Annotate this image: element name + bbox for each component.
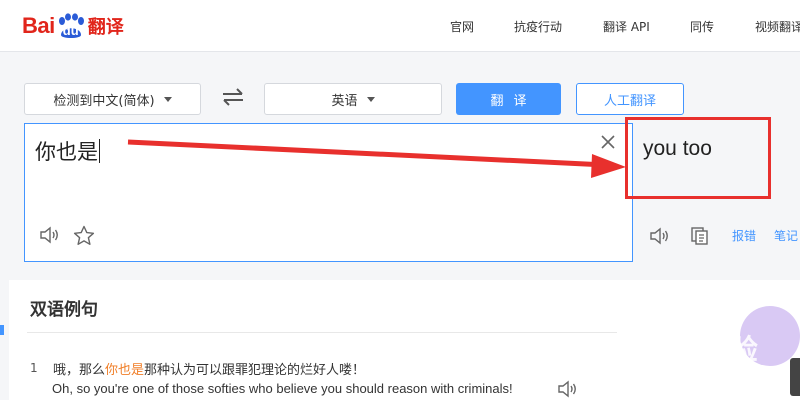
watermark-text: Baidu经验	[618, 334, 759, 365]
logo-du: du	[62, 23, 79, 38]
human-translate-button[interactable]: 人工翻译	[576, 83, 684, 115]
nav-simultaneous[interactable]: 同传	[690, 18, 714, 35]
source-text-input[interactable]: 你也是	[35, 136, 100, 166]
star-icon[interactable]	[73, 225, 95, 250]
speaker-icon[interactable]	[649, 226, 671, 250]
translation-result-text: you too	[643, 137, 712, 160]
section-title-bilingual-examples: 双语例句	[30, 300, 98, 320]
nav-official-site[interactable]: 官网	[450, 18, 474, 35]
example-cn-after: 那种认为可以跟罪犯理论的烂好人喽！	[144, 363, 366, 378]
divider	[27, 332, 617, 333]
example-cn-highlight: 你也是	[105, 363, 145, 378]
scroll-indicator	[0, 325, 4, 335]
example-cn-before: 哦，那么	[53, 363, 106, 378]
swap-languages-icon[interactable]	[220, 86, 246, 108]
watermark-subtext: jingyan.baidu.com	[628, 364, 725, 378]
translate-button[interactable]: 翻译	[456, 83, 561, 115]
report-error-link[interactable]: 报错	[732, 227, 756, 244]
chevron-down-icon	[366, 96, 375, 102]
speaker-icon[interactable]	[39, 225, 61, 249]
logo-bai: Bai	[22, 13, 55, 38]
side-widget[interactable]	[790, 358, 800, 396]
translation-result-box: you too 报错 笔记	[633, 123, 800, 262]
nav-translate-api[interactable]: 翻译 API	[603, 18, 650, 35]
close-icon[interactable]	[601, 134, 615, 149]
text-cursor	[99, 139, 100, 163]
chevron-down-icon	[163, 96, 172, 102]
example-english-sentence: Oh, so you're one of those softies who b…	[52, 381, 513, 396]
copy-icon[interactable]	[690, 226, 710, 250]
nav-anti-epidemic[interactable]: 抗疫行动	[514, 18, 562, 35]
logo-fanyi: 翻译	[87, 17, 124, 38]
nav-video-translate[interactable]: 视频翻译	[755, 18, 800, 35]
baidu-fanyi-logo[interactable]: Bai du 翻译	[22, 10, 124, 42]
top-header: Bai du 翻译 官网 抗疫行动 翻译 API 同传 视频翻译	[0, 0, 800, 52]
speaker-icon[interactable]	[557, 379, 579, 400]
notes-link[interactable]: 笔记	[774, 227, 798, 244]
source-language-label: 检测到中文(简体)	[53, 93, 155, 109]
paw-icon: du	[56, 13, 86, 39]
source-input-box[interactable]: 你也是	[24, 123, 633, 262]
source-text: 你也是	[35, 140, 98, 164]
target-language-select[interactable]: 英语	[264, 83, 442, 115]
example-number: 1	[30, 361, 38, 375]
source-language-select[interactable]: 检测到中文(简体)	[24, 83, 201, 115]
target-language-label: 英语	[331, 93, 358, 109]
example-chinese-sentence: 哦，那么你也是那种认为可以跟罪犯理论的烂好人喽！	[53, 359, 365, 378]
